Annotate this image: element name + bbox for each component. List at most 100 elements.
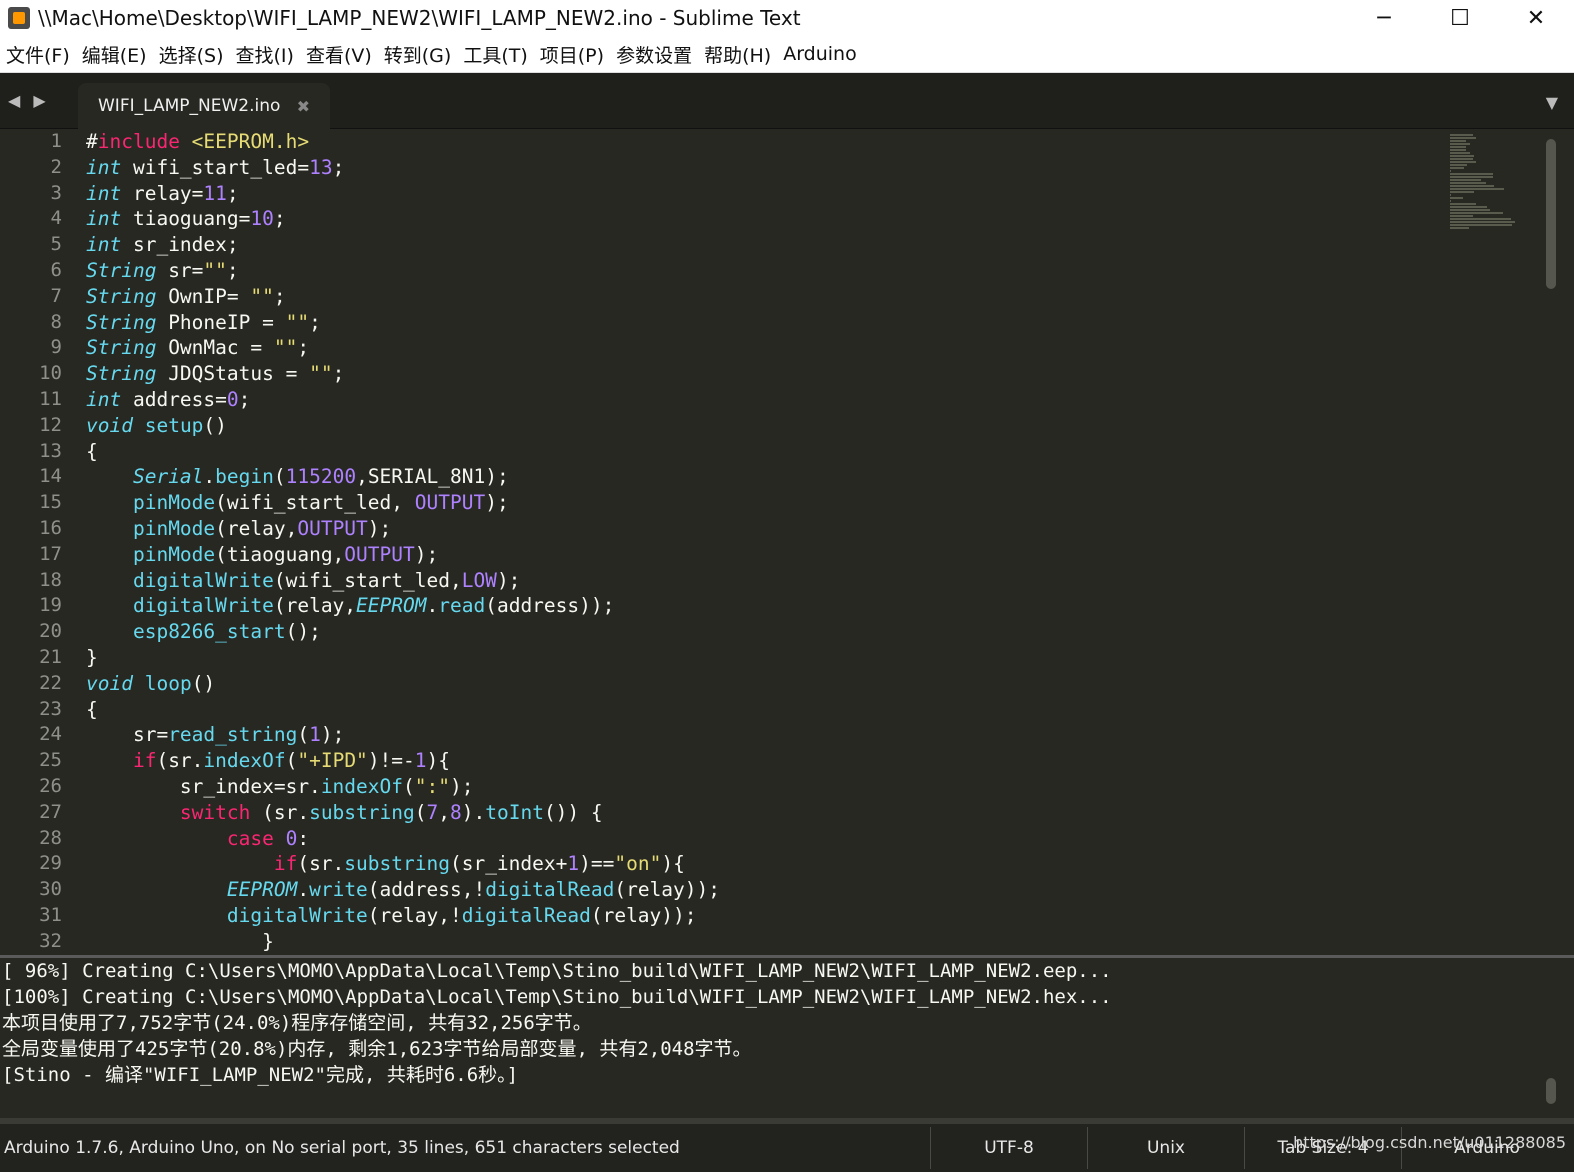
code-token: ; bbox=[238, 387, 251, 411]
code-line[interactable]: void setup() bbox=[86, 413, 720, 439]
minimap-line bbox=[1450, 182, 1486, 184]
code-token: ); bbox=[496, 568, 521, 592]
menu-preferences[interactable]: 参数设置 bbox=[610, 41, 698, 68]
output-line: [100%] Creating C:\Users\MOMO\AppData\Lo… bbox=[2, 986, 1112, 1008]
code-token: tiaoguang= bbox=[121, 207, 251, 231]
code-token: (); bbox=[285, 620, 321, 644]
line-number: 16 bbox=[39, 516, 62, 539]
menu-tools[interactable]: 工具(T) bbox=[457, 41, 533, 68]
menu-goto[interactable]: 转到(G) bbox=[378, 41, 458, 68]
code-line[interactable]: pinMode(wifi_start_led, OUTPUT); bbox=[86, 490, 720, 516]
maximize-button[interactable]: ☐ bbox=[1422, 0, 1498, 36]
editor-scrollbar[interactable] bbox=[1546, 139, 1556, 289]
code-line[interactable]: esp8266_start(); bbox=[86, 619, 720, 645]
code-token: JDQStatus = bbox=[156, 362, 310, 386]
code-line[interactable]: case 0: bbox=[86, 826, 720, 852]
minimap-line bbox=[1450, 140, 1466, 142]
minimap-line bbox=[1450, 215, 1473, 217]
code-line[interactable]: void loop() bbox=[86, 671, 720, 697]
line-number: 5 bbox=[50, 233, 62, 256]
code-line[interactable]: String PhoneIP = ""; bbox=[86, 310, 720, 336]
build-output-panel[interactable]: [ 96%] Creating C:\Users\MOMO\AppData\Lo… bbox=[0, 955, 1574, 1114]
code-line[interactable]: String JDQStatus = ""; bbox=[86, 361, 720, 387]
close-button[interactable]: ✕ bbox=[1498, 0, 1574, 36]
code-line[interactable]: #include <EEPROM.h> bbox=[86, 129, 720, 155]
minimap-line bbox=[1450, 191, 1474, 193]
code-line[interactable]: if(sr.substring(sr_index+1)=="on"){ bbox=[86, 851, 720, 877]
output-scrollbar[interactable] bbox=[1546, 1078, 1556, 1104]
code-line[interactable]: int sr_index; bbox=[86, 232, 720, 258]
code-token: ( bbox=[403, 774, 415, 798]
code-token: digitalWrite bbox=[132, 568, 274, 592]
code-token: ; bbox=[297, 336, 310, 360]
minimap-line bbox=[1450, 218, 1512, 220]
code-line[interactable]: pinMode(relay,OUTPUT); bbox=[86, 516, 720, 542]
code-token: int bbox=[86, 233, 122, 257]
tab-dropdown-icon[interactable]: ▼ bbox=[1546, 93, 1558, 112]
code-line[interactable]: digitalWrite(relay,!digitalRead(relay)); bbox=[86, 903, 720, 929]
tab-wifi-lamp-new2[interactable]: WIFI_LAMP_NEW2.ino ✖ bbox=[78, 83, 330, 129]
code-line[interactable]: switch (sr.substring(7,8).toInt()) { bbox=[86, 800, 720, 826]
code-line[interactable]: int wifi_start_led=13; bbox=[86, 155, 720, 181]
code-token: } bbox=[86, 645, 98, 669]
minimap-line bbox=[1450, 161, 1477, 163]
line-number: 17 bbox=[39, 542, 62, 565]
code-token: String bbox=[86, 284, 157, 308]
code-line[interactable]: String sr=""; bbox=[86, 258, 720, 284]
code-token: "" bbox=[250, 284, 274, 308]
code-token: ; bbox=[332, 362, 345, 386]
minimap-line bbox=[1450, 164, 1467, 166]
code-token: digitalWrite bbox=[226, 903, 368, 927]
menu-selection[interactable]: 选择(S) bbox=[153, 41, 230, 68]
code-line[interactable]: int tiaoguang=10; bbox=[86, 206, 720, 232]
tab-close-icon[interactable]: ✖ bbox=[297, 97, 310, 116]
minimap-line bbox=[1450, 179, 1482, 181]
menu-arduino[interactable]: Arduino bbox=[777, 43, 863, 65]
tab-nav-arrows-icon[interactable]: ◀ ▶ bbox=[8, 91, 50, 110]
code-line[interactable]: EEPROM.write(address,!digitalRead(relay)… bbox=[86, 877, 720, 903]
menu-view[interactable]: 查看(V) bbox=[300, 41, 378, 68]
code-line[interactable]: } bbox=[86, 645, 720, 671]
code-token: 8 bbox=[450, 800, 462, 824]
code-line[interactable]: sr=read_string(1); bbox=[86, 722, 720, 748]
code-line[interactable]: int address=0; bbox=[86, 387, 720, 413]
code-token: sr= bbox=[86, 723, 169, 747]
minimap-line bbox=[1450, 152, 1471, 154]
code-line[interactable]: { bbox=[86, 697, 720, 723]
menu-file[interactable]: 文件(F) bbox=[0, 41, 76, 68]
code-line[interactable]: pinMode(tiaoguang,OUTPUT); bbox=[86, 542, 720, 568]
code-token: 115200 bbox=[285, 465, 357, 489]
code-line[interactable]: { bbox=[86, 439, 720, 465]
code-token: relay= bbox=[121, 181, 204, 205]
code-line[interactable]: String OwnMac = ""; bbox=[86, 335, 720, 361]
code-line[interactable]: sr_index=sr.indexOf(":"); bbox=[86, 774, 720, 800]
line-endings-selector[interactable]: Unix bbox=[1087, 1127, 1244, 1169]
minimap-line bbox=[1450, 137, 1477, 139]
code-token: ){ bbox=[426, 749, 451, 773]
minimap-line bbox=[1450, 224, 1513, 226]
minimap-line bbox=[1450, 149, 1466, 151]
code-line[interactable]: digitalWrite(relay,EEPROM.read(address))… bbox=[86, 593, 720, 619]
menu-project[interactable]: 项目(P) bbox=[534, 41, 610, 68]
code-line[interactable]: String OwnIP= ""; bbox=[86, 284, 720, 310]
code-area[interactable]: #include <EEPROM.h> int wifi_start_led=13… bbox=[86, 129, 720, 954]
code-line[interactable]: Serial.begin(115200,SERIAL_8N1); bbox=[86, 464, 720, 490]
minimap[interactable] bbox=[1450, 133, 1525, 353]
code-line[interactable]: } bbox=[86, 929, 720, 954]
code-token: pinMode bbox=[132, 516, 216, 540]
minimap-line bbox=[1450, 158, 1473, 160]
code-token: int bbox=[86, 181, 122, 205]
code-line[interactable]: if(sr.indexOf("+IPD")!=-1){ bbox=[86, 748, 720, 774]
encoding-selector[interactable]: UTF-8 bbox=[930, 1127, 1087, 1169]
code-editor[interactable]: 1 2 3 4 5 6 7 8 9 10 11 12 13 14 15 16 17 18 19 20 21 22 23 24 2… bbox=[0, 129, 1574, 954]
menu-help[interactable]: 帮助(H) bbox=[698, 41, 777, 68]
code-line[interactable]: digitalWrite(wifi_start_led,LOW); bbox=[86, 568, 720, 594]
code-token: Serial bbox=[132, 465, 204, 489]
menu-edit[interactable]: 编辑(E) bbox=[76, 41, 153, 68]
minimize-button[interactable]: ─ bbox=[1346, 0, 1422, 36]
menu-find[interactable]: 查找(I) bbox=[230, 41, 300, 68]
code-line[interactable]: int relay=11; bbox=[86, 181, 720, 207]
